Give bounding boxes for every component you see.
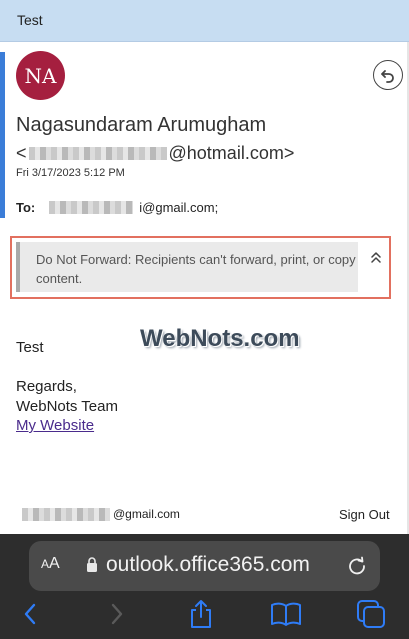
selected-message-accent <box>0 52 5 218</box>
redacted-text <box>28 147 167 160</box>
body-link[interactable]: My Website <box>16 417 94 434</box>
body-text: Regards, <box>16 378 77 395</box>
reply-button[interactable] <box>373 60 403 90</box>
reply-icon <box>381 70 394 83</box>
do-not-forward-banner: Do Not Forward: Recipients can't forward… <box>16 242 358 292</box>
share-button[interactable] <box>185 598 217 630</box>
watermark-logo: WebNots.com <box>140 325 300 352</box>
account-email-domain: @gmail.com <box>113 507 180 521</box>
avatar[interactable]: NA <box>16 51 65 100</box>
redacted-text <box>49 201 134 214</box>
sender-name[interactable]: Nagasundaram Arumugham <box>16 114 266 137</box>
share-icon <box>191 600 211 628</box>
back-button[interactable] <box>14 598 46 630</box>
account-email: @gmail.com <box>22 507 180 521</box>
chevron-right-icon <box>111 603 123 625</box>
sender-address-prefix: < <box>16 143 27 163</box>
chevron-left-icon <box>24 603 36 625</box>
recipients-row: To: i@gmail.com; <box>16 200 218 215</box>
tabs-icon <box>357 600 385 628</box>
lock-icon <box>87 557 97 572</box>
tabs-button[interactable] <box>355 598 387 630</box>
sender-address[interactable]: < @hotmail.com> <box>16 143 294 164</box>
redacted-text <box>22 507 110 521</box>
reload-icon[interactable] <box>346 555 368 577</box>
header-bar: Test <box>0 0 409 42</box>
sign-out-link[interactable]: Sign Out <box>339 507 390 522</box>
book-icon <box>271 602 301 626</box>
message-date: Fri 3/17/2023 5:12 PM <box>16 167 125 179</box>
url-text[interactable]: outlook.office365.com <box>106 553 310 577</box>
forward-button[interactable] <box>101 598 133 630</box>
sender-address-domain: @hotmail.com> <box>168 143 295 163</box>
bookmarks-button[interactable] <box>270 598 302 630</box>
text-size-button[interactable]: AA <box>41 555 60 573</box>
recipient-address[interactable]: i@gmail.com; <box>139 200 218 215</box>
to-label: To: <box>16 200 36 215</box>
body-text: Test <box>16 339 44 356</box>
body-text: WebNots Team <box>16 398 118 415</box>
website-link[interactable]: My Website <box>16 417 94 434</box>
page-title: Test <box>17 12 43 28</box>
collapse-icon[interactable] <box>370 251 382 265</box>
